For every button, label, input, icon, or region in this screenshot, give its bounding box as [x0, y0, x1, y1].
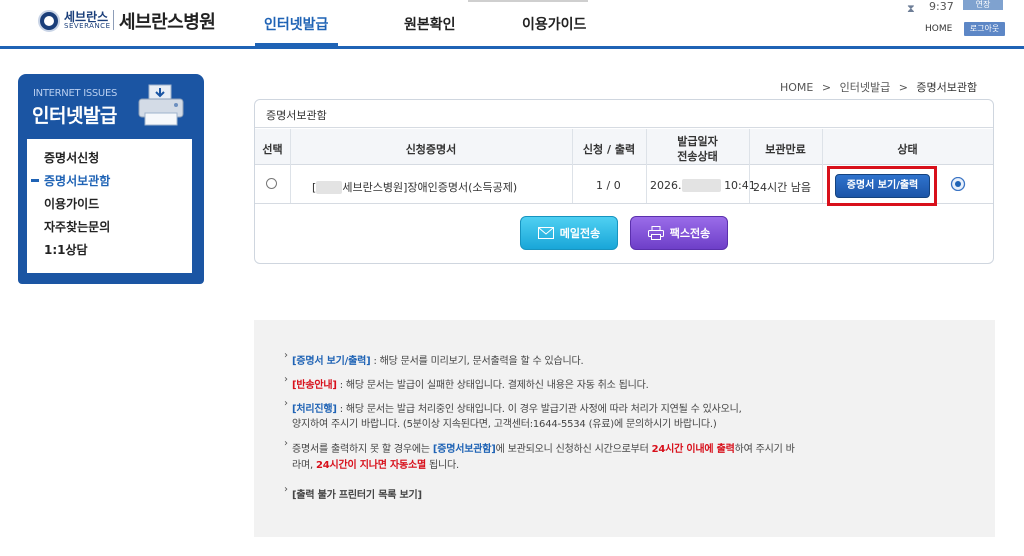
nav-original-check[interactable]: 원본확인 — [404, 14, 456, 34]
fax-send-label: 팩스전송 — [669, 227, 711, 240]
info-tag-storage: [증명서보관함] — [432, 444, 496, 455]
breadcrumb-issue[interactable]: 인터넷발급 — [840, 81, 891, 94]
col-issue-date: 발급일자 — [677, 135, 718, 148]
sidebar-item-storage[interactable]: 증명서보관함 — [44, 172, 110, 189]
hospital-name[interactable]: 세브란스병원 — [119, 8, 216, 34]
session-timer: 9:37 — [929, 0, 954, 13]
breadcrumb: HOME > 인터넷발급 > 증명서보관함 — [780, 79, 977, 95]
col-expire: 보관만료 — [765, 143, 806, 156]
sidebar-item-apply[interactable]: 증명서신청 — [44, 149, 99, 166]
breadcrumb-sep: > — [898, 81, 908, 94]
view-print-button[interactable]: 증명서 보기/출력 — [835, 174, 930, 198]
issue-date: 2026. — [650, 179, 682, 192]
info-line-processing: [처리진행] : 해당 문서는 발급 처리중인 상태입니다. 이 경우 발급기관… — [292, 400, 742, 415]
mail-icon — [537, 227, 554, 239]
logout-button[interactable]: 로그아웃 — [964, 22, 1005, 36]
info-text: : 해당 문서는 발급이 실패한 상태입니다. 결제하신 내용은 자동 취소 됩… — [336, 380, 649, 391]
info-emphasis: 24시간 이내에 출력 — [651, 444, 735, 455]
info-line-view: [증명서 보기/출력] : 해당 문서를 미리보기, 문서출력을 할 수 있습니… — [292, 352, 584, 367]
select-radio[interactable] — [266, 178, 277, 189]
info-text: 하여 주시기 바 — [734, 444, 795, 455]
info-line-storage: 증명서를 출력하지 못 할 경우에는 [증명서보관함]에 보관되오니 신청하신 … — [292, 440, 795, 455]
extend-session-button[interactable]: 연장 — [963, 0, 1003, 10]
sidebar-item-guide[interactable]: 이용가이드 — [44, 195, 99, 212]
bullet-arrow: › — [284, 438, 288, 449]
header-divider — [0, 46, 1024, 49]
masked-text: xxxx — [316, 181, 343, 194]
info-line-storage-2: 라며, 24시간이 지나면 자동소멸 됩니다. — [292, 456, 459, 471]
unsupported-printers-link[interactable]: [출력 불가 프린터기 목록 보기] — [292, 486, 422, 501]
info-line-return: [반송안내] : 해당 문서는 발급이 실패한 상태입니다. 결제하신 내용은 … — [292, 376, 649, 391]
col-apply-print: 신청 / 출력 — [582, 143, 636, 156]
col-certificate: 신청증명서 — [405, 143, 457, 156]
info-tag-view: [증명서 보기/출력] — [292, 356, 371, 367]
hourglass-icon: ⧗ — [907, 2, 915, 15]
col-status: 상태 — [897, 143, 918, 156]
breadcrumb-sep: > — [821, 81, 832, 94]
fax-send-button[interactable]: 팩스전송 — [630, 216, 728, 250]
fax-icon — [647, 226, 664, 240]
info-line-processing-2: 양지하여 주시기 바랍니다. (5분이상 지속된다면, 고객센터:1644-55… — [292, 419, 717, 430]
emblem-center — [44, 16, 54, 26]
home-link[interactable]: HOME — [925, 24, 952, 34]
sidebar-heading-en: INTERNET ISSUES — [33, 88, 118, 99]
nav-internet-issue[interactable]: 인터넷발급 — [264, 14, 328, 34]
apply-print-count: 1 / 0 — [596, 179, 621, 192]
email-send-button[interactable]: 메일전송 — [520, 216, 618, 250]
issue-datetime: 2026.xxxxxx 10:41 — [650, 179, 756, 192]
sidebar-heading: 인터넷발급 — [32, 105, 117, 127]
breadcrumb-home[interactable]: HOME — [780, 81, 813, 94]
issue-time: 10:41 — [724, 179, 756, 192]
panel-title: 증명서보관함 — [266, 109, 327, 122]
info-text: 라며, — [292, 460, 316, 471]
bullet-arrow: › — [284, 350, 288, 361]
col-send-status: 전송상태 — [677, 150, 718, 163]
cert-name: 세브란스병원]장애인증명서(소득공제) — [342, 181, 518, 194]
logo-separator — [113, 10, 114, 30]
info-tag-processing: [처리진행] — [292, 404, 337, 415]
info-text: 됩니다. — [426, 460, 460, 471]
nav-active-indicator — [255, 43, 338, 48]
nav-usage-guide[interactable]: 이용가이드 — [522, 14, 586, 34]
breadcrumb-current: 증명서보관함 — [916, 81, 978, 94]
info-tag-return: [반송안내] — [292, 380, 337, 391]
preview-eye-icon[interactable] — [950, 177, 966, 191]
info-text: : 해당 문서는 발급 처리중인 상태입니다. 이 경우 발급기관 사정에 따라… — [336, 404, 742, 415]
sidebar-item-consult[interactable]: 1:1상담 — [44, 241, 88, 258]
sidebar-item-faq[interactable]: 자주찾는문의 — [44, 218, 110, 235]
cert-name-cell: [xxxx세브란스병원]장애인증명서(소득공제) — [312, 179, 517, 195]
bullet-arrow: › — [284, 484, 288, 495]
bullet-arrow: › — [284, 398, 288, 409]
bullet-arrow: › — [284, 374, 288, 385]
info-text: 에 보관되오니 신청하신 시간으로부터 — [495, 444, 652, 455]
masked-text: xxxxxx — [681, 179, 721, 192]
expire-remaining: 24시간 남음 — [753, 181, 811, 194]
email-send-label: 메일전송 — [559, 227, 601, 240]
info-emphasis: 24시간이 지나면 자동소멸 — [315, 460, 427, 471]
info-text: : 해당 문서를 미리보기, 문서출력을 할 수 있습니다. — [370, 356, 584, 367]
nav-top-indicator — [468, 0, 588, 2]
info-text: 증명서를 출력하지 못 할 경우에는 — [292, 444, 433, 455]
active-marker — [31, 179, 39, 182]
col-select: 선택 — [262, 143, 283, 156]
panel-title-bar — [255, 100, 993, 128]
logo-english[interactable]: SEVERANCE — [64, 22, 111, 30]
printer-icon — [138, 84, 184, 126]
